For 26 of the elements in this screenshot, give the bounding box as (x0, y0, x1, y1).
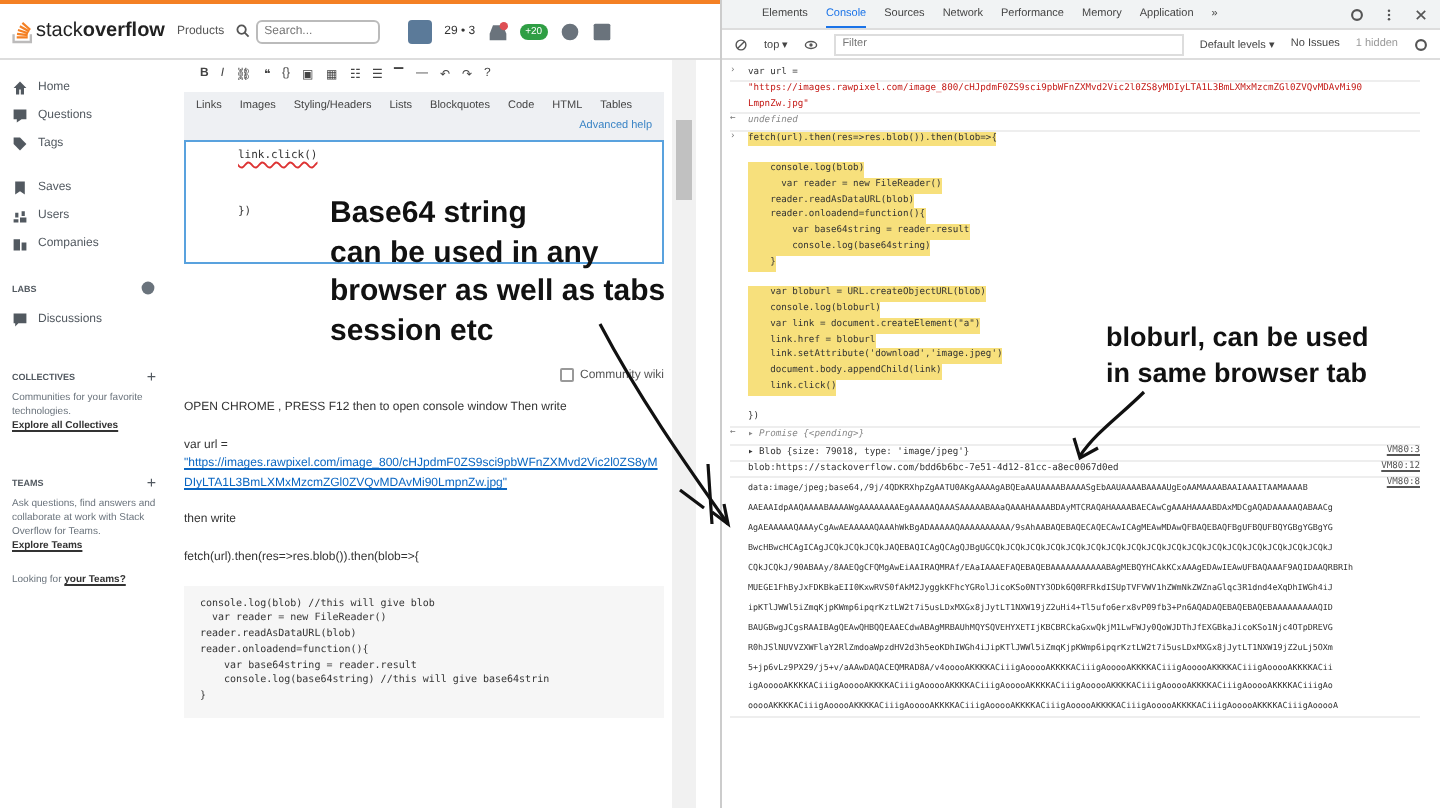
more-icon[interactable] (1382, 7, 1396, 21)
home-icon (12, 80, 28, 96)
avatar[interactable] (408, 19, 433, 43)
annotation-text: in same browser tab (1106, 355, 1369, 391)
search-icon (236, 24, 251, 38)
users-icon (12, 208, 28, 224)
clear-icon[interactable] (734, 37, 748, 51)
chat-icon (12, 108, 28, 124)
tag-icon (12, 136, 28, 152)
annotation-text: session etc (330, 311, 496, 350)
community-wiki-checkbox[interactable] (559, 368, 574, 382)
annotation-text: Base64 string (330, 194, 529, 233)
inbox-icon[interactable] (487, 21, 508, 41)
eye-icon[interactable] (804, 37, 819, 51)
discussions-icon (12, 312, 28, 328)
close-icon[interactable] (1414, 7, 1428, 21)
scrollbar-thumb[interactable] (676, 120, 692, 200)
annotation-text: browser as well as tabs (330, 272, 666, 311)
annotation-text: bloburl, can be used (1106, 320, 1369, 356)
add-button[interactable]: + (146, 474, 156, 492)
add-button[interactable]: + (146, 368, 156, 386)
arrow (1072, 390, 1146, 461)
building-icon (12, 236, 28, 252)
logo-icon (12, 18, 34, 44)
bookmark-icon (12, 180, 28, 196)
site-logo[interactable]: stackoverflow (36, 20, 165, 42)
